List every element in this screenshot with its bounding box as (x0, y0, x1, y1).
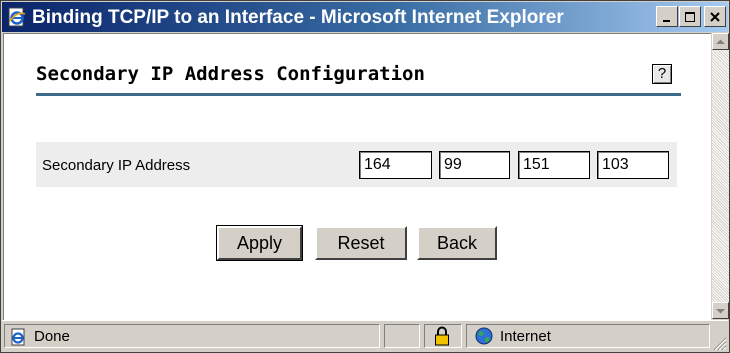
browser-window: Binding TCP/IP to an Interface - Microso… (0, 0, 730, 353)
scroll-up-button[interactable] (712, 33, 729, 50)
ie-page-icon (11, 328, 25, 346)
secondary-ip-label: Secondary IP Address (42, 157, 191, 174)
help-icon[interactable]: ? (652, 64, 672, 84)
status-bar: Done Internet (2, 320, 728, 352)
reset-button[interactable]: Reset (315, 226, 407, 260)
scroll-up-arrow-icon (716, 39, 725, 44)
window-title: Binding TCP/IP to an Interface - Microso… (32, 7, 564, 28)
close-button[interactable] (704, 6, 726, 27)
page-heading: Secondary IP Address Configuration (36, 63, 425, 85)
maximize-button[interactable] (679, 6, 701, 27)
ip-octet-4[interactable] (597, 151, 669, 179)
minimize-button[interactable] (656, 6, 678, 27)
title-bar[interactable]: Binding TCP/IP to an Interface - Microso… (2, 2, 728, 32)
ip-octet-1[interactable] (359, 151, 432, 179)
security-zone-text: Internet (500, 328, 551, 345)
close-icon (710, 11, 720, 22)
scroll-down-button[interactable] (712, 302, 729, 319)
back-button[interactable]: Back (417, 226, 497, 260)
status-text: Done (34, 328, 70, 345)
resize-grip-icon[interactable] (713, 337, 727, 351)
maximize-icon (685, 11, 695, 22)
vertical-scrollbar[interactable] (711, 33, 729, 319)
ie-page-icon (8, 7, 26, 27)
minimize-icon (663, 19, 670, 22)
status-panel-blank (384, 324, 420, 348)
ip-octet-2[interactable] (439, 151, 510, 179)
scroll-down-arrow-icon (716, 308, 725, 313)
internet-globe-icon (475, 327, 493, 345)
apply-button[interactable]: Apply (216, 225, 303, 261)
heading-rule (36, 93, 681, 96)
lock-icon (435, 326, 449, 346)
ip-octet-3[interactable] (518, 151, 590, 179)
